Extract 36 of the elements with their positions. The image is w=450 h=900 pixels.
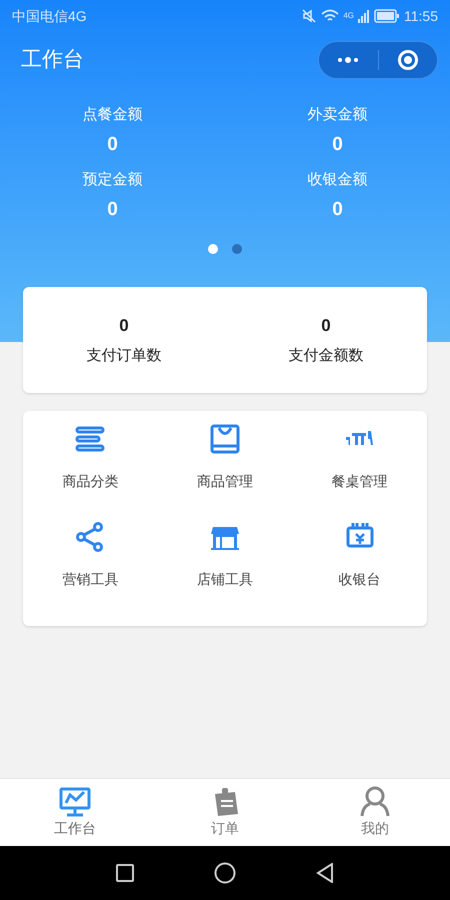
circle-icon[interactable] xyxy=(214,862,236,884)
close-icon xyxy=(396,49,419,71)
tool-item[interactable]: 商品管理 xyxy=(158,421,292,518)
stat-value: 0 xyxy=(119,315,129,337)
page-title: 工作台 xyxy=(21,47,84,74)
more-icon xyxy=(336,56,360,64)
tab-item[interactable]: 工作台 xyxy=(0,779,150,846)
summary-label: 收银金额 xyxy=(308,170,368,190)
tab-item[interactable]: 订单 xyxy=(150,779,300,846)
summary-value: 0 xyxy=(332,132,343,156)
summary-label: 预定金额 xyxy=(82,170,142,190)
battery-icon xyxy=(374,9,400,23)
tool-item[interactable]: 店铺工具 xyxy=(158,518,292,616)
signal-icon xyxy=(358,9,370,23)
summary-value: 0 xyxy=(332,198,343,222)
square-icon[interactable] xyxy=(116,864,134,882)
stat-label: 支付金额数 xyxy=(288,346,364,366)
stat-value: 0 xyxy=(321,315,331,337)
monitor-chart-icon xyxy=(58,786,92,818)
tool-item[interactable]: 商品分类 xyxy=(23,421,158,518)
summary-label: 外卖金额 xyxy=(308,105,368,125)
stat-label: 支付订单数 xyxy=(86,346,162,366)
summary-value: 0 xyxy=(107,198,118,222)
tool-item[interactable]: 餐桌管理 xyxy=(292,421,427,518)
carrier-text: 中国电信4G xyxy=(12,6,87,26)
tool-item[interactable]: 营销工具 xyxy=(23,518,158,616)
user-icon xyxy=(358,786,392,818)
tool-item[interactable]: 收银台 xyxy=(292,518,427,616)
network-text: 4G xyxy=(343,10,354,22)
summary-label: 点餐金额 xyxy=(82,105,142,125)
clock-text: 11:55 xyxy=(404,6,438,26)
triangle-icon[interactable] xyxy=(316,863,334,883)
mute-icon xyxy=(301,8,318,24)
shopping-bag-icon xyxy=(208,423,241,455)
tab-item[interactable]: 我的 xyxy=(300,779,450,846)
summary-value: 0 xyxy=(107,132,118,156)
